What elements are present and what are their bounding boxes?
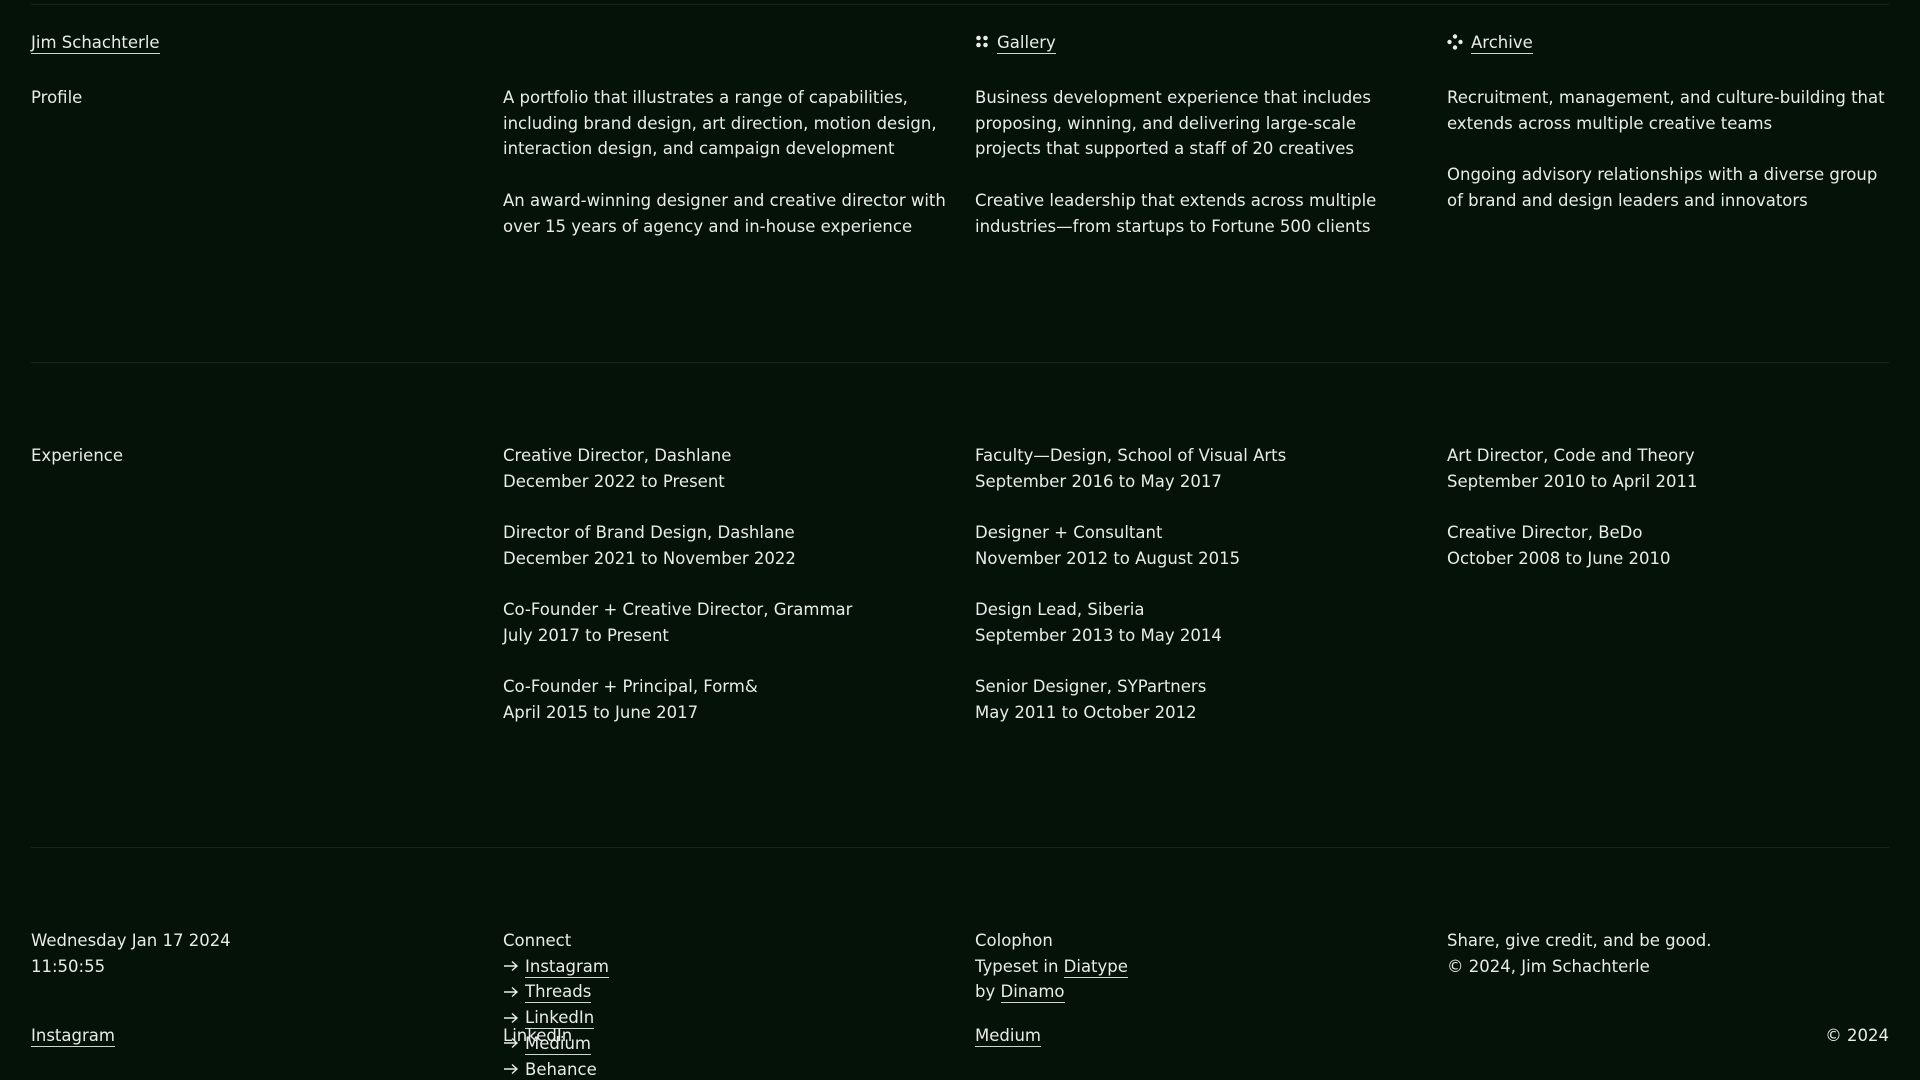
experience-role: Co-Founder + Principal, Form& [503,677,758,697]
colophon-typeset: Typeset in Diatype [975,954,1128,980]
profile-paragraph: Business development experience that inc… [975,88,1371,159]
experience-dates: July 2017 to Present [503,625,669,645]
profile-paragraph: Recruitment, management, and culture-bui… [1447,88,1885,133]
experience-dates: September 2013 to May 2014 [975,625,1222,645]
credit-block: Share, give credit, and be good. © 2024,… [1447,928,1712,979]
typeface-link[interactable]: Diatype [1063,956,1128,978]
profile-column-1: A portfolio that illustrates a range of … [503,85,948,239]
experience-dates: December 2022 to Present [503,471,725,491]
nav-home: Jim Schachterle [31,30,160,56]
bottom-bar-medium: Medium [975,1023,1041,1049]
archive-icon [1447,33,1463,50]
bottom-instagram-link[interactable]: Instagram [31,1026,115,1047]
arrow-right-icon [503,1057,525,1080]
experience-entry: Co-Founder + Creative Director, Grammar … [503,597,852,648]
profile-paragraph: Ongoing advisory relationships with a di… [1447,165,1878,210]
connect-link-threads[interactable]: Threads [525,982,592,1004]
datetime-block: Wednesday Jan 17 2024 11:50:55 [31,928,231,979]
profile-column-3: Recruitment, management, and culture-bui… [1447,85,1892,214]
top-divider [31,4,1889,5]
experience-entry: Designer + Consultant November 2012 to A… [975,520,1286,571]
connect-item: Behance [503,1057,609,1080]
experience-dates: September 2010 to April 2011 [1447,471,1698,491]
profile-paragraph: An award-winning designer and creative d… [503,190,946,236]
experience-role: Director of Brand Design, Dashlane [503,523,795,543]
current-date: Wednesday Jan 17 2024 [31,931,231,950]
experience-column-2: Faculty—Design, School of Visual Arts Se… [975,443,1286,726]
experience-role: Design Lead, Siberia [975,600,1145,620]
experience-column-3: Art Director, Code and Theory September … [1447,443,1697,572]
connect-item: Threads [503,979,609,1005]
bottom-bar-linkedin: LinkedIn [503,1023,572,1049]
profile-column-2: Business development experience that inc… [975,85,1420,239]
experience-entry: Director of Brand Design, Dashlane Decem… [503,520,852,571]
arrow-right-icon [503,979,525,1005]
experience-entry: Design Lead, Siberia September 2013 to M… [975,597,1286,648]
share-line: Share, give credit, and be good. [1447,931,1712,950]
experience-role: Designer + Consultant [975,523,1163,543]
profile-paragraph: A portfolio that illustrates a range of … [503,88,937,159]
connect-block: Connect Instagram Threads LinkedIn Mediu… [503,928,609,1080]
arrow-right-icon [503,954,525,980]
connect-title: Connect [503,931,572,950]
typeset-prefix: Typeset in [975,956,1059,976]
colophon-title: Colophon [975,931,1053,950]
experience-role: Faculty—Design, School of Visual Arts [975,446,1287,465]
experience-entry: Art Director, Code and Theory September … [1447,443,1697,494]
gallery-link[interactable]: Gallery [997,33,1056,54]
bottom-bar-copyright: © 2024 [1825,1026,1889,1045]
bottom-linkedin-label[interactable]: LinkedIn [503,1026,572,1045]
colophon-foundry: by Dinamo [975,979,1128,1005]
experience-column-1: Creative Director, Dashlane December 202… [503,443,852,726]
nav-archive: Archive [1447,30,1533,56]
experience-role: Senior Designer, SYPartners [975,677,1207,697]
experience-dates: September 2016 to May 2017 [975,471,1222,491]
copyright-line: © 2024, Jim Schachterle [1447,956,1650,976]
experience-entry: Faculty—Design, School of Visual Arts Se… [975,443,1286,494]
connect-link-instagram[interactable]: Instagram [525,956,609,978]
experience-role: Creative Director, BeDo [1447,523,1643,543]
experience-entry: Senior Designer, SYPartners May 2011 to … [975,674,1286,725]
connect-item: Instagram [503,954,609,980]
section-divider [31,362,1889,363]
foundry-link[interactable]: Dinamo [1000,982,1065,1004]
experience-label: Experience [31,446,124,465]
experience-dates: November 2012 to August 2015 [975,548,1241,568]
home-link[interactable]: Jim Schachterle [31,33,160,54]
connect-link-behance[interactable]: Behance [525,1059,597,1080]
experience-entry: Co-Founder + Principal, Form& April 2015… [503,674,852,725]
nav-gallery: Gallery [975,30,1056,56]
experience-dates: April 2015 to June 2017 [503,702,699,722]
experience-role: Co-Founder + Creative Director, Grammar [503,600,853,620]
profile-paragraph: Creative leadership that extends across … [975,190,1377,236]
bottom-medium-link[interactable]: Medium [975,1026,1041,1047]
experience-entry: Creative Director, Dashlane December 202… [503,443,852,494]
archive-link[interactable]: Archive [1471,33,1533,54]
experience-dates: December 2021 to November 2022 [503,548,796,568]
by-prefix: by [975,982,996,1002]
experience-entry: Creative Director, BeDo October 2008 to … [1447,520,1697,571]
page: Jim Schachterle Gallery Archive Profile … [0,0,1920,1080]
experience-dates: May 2011 to October 2012 [975,702,1197,722]
bottom-bar-instagram: Instagram [31,1023,115,1049]
profile-label: Profile [31,88,83,107]
experience-role: Creative Director, Dashlane [503,446,732,465]
gallery-icon [976,35,988,47]
current-time: 11:50:55 [31,956,106,976]
colophon-block: Colophon Typeset in Diatype by Dinamo [975,928,1128,1005]
experience-dates: October 2008 to June 2010 [1447,548,1671,568]
section-divider [31,847,1889,848]
experience-role: Art Director, Code and Theory [1447,446,1695,465]
